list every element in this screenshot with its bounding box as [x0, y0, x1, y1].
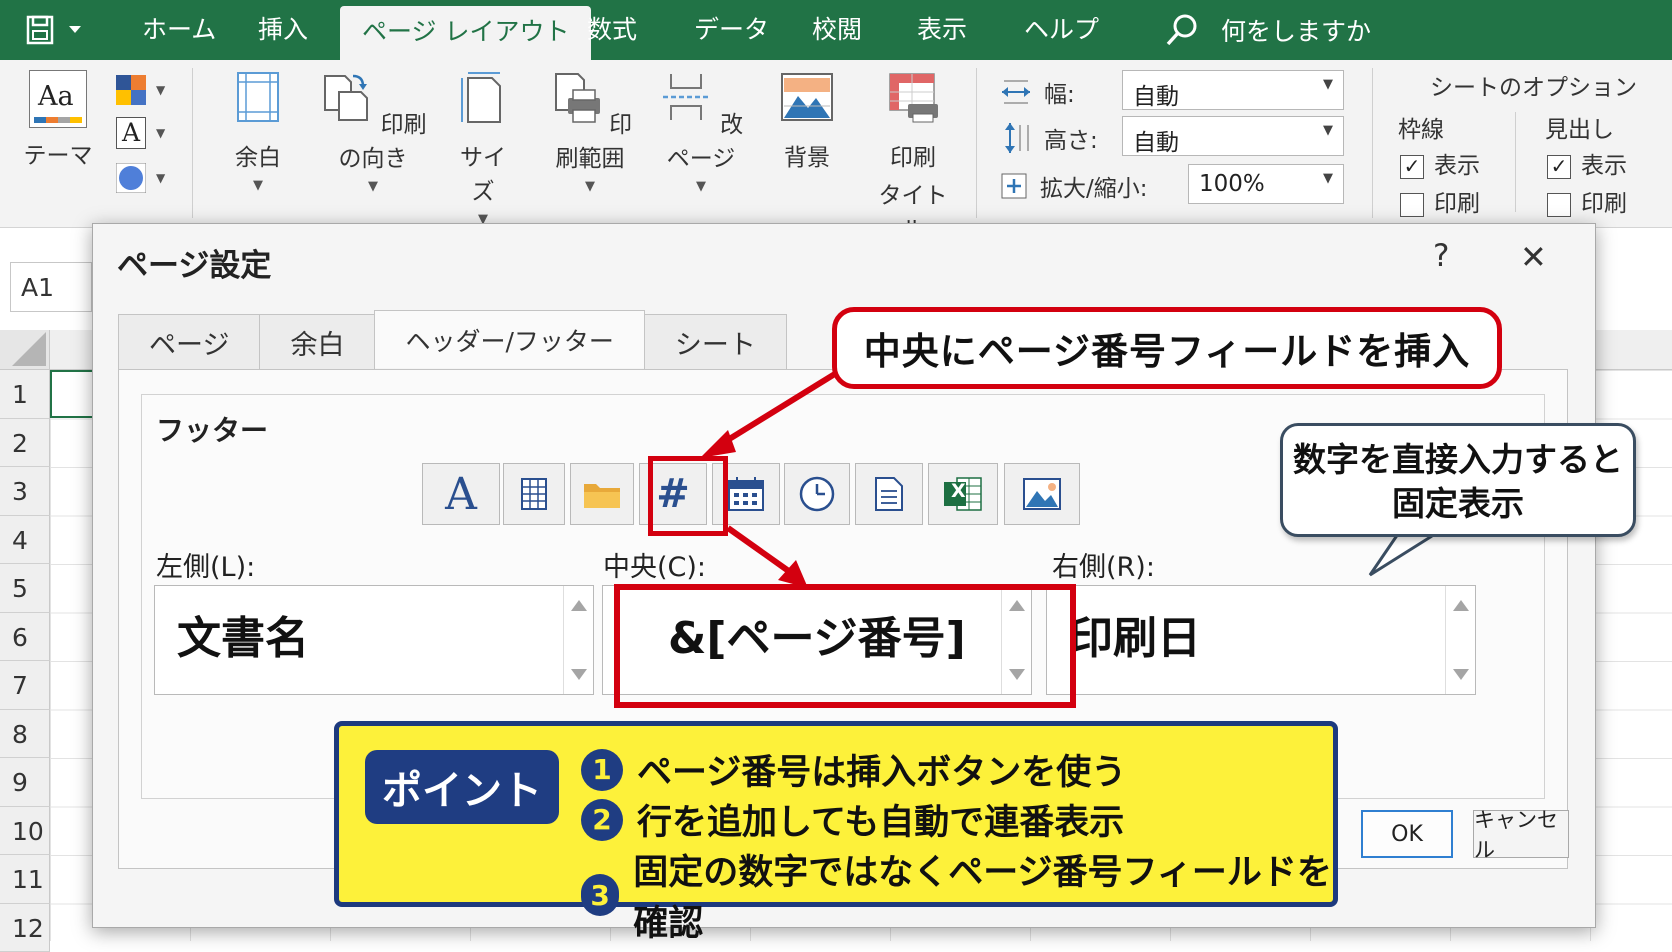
fixed-number-callout: 数字を直接入力すると 固定表示	[1280, 423, 1636, 537]
number-badge: 3	[581, 874, 619, 916]
point-item: 1 ページ番号は挿入ボタンを使う	[581, 744, 1126, 795]
center-field-highlight	[614, 584, 1076, 708]
point-item: 2 行を追加しても自動で連番表示	[581, 794, 1124, 845]
point-item: 3 固定の数字ではなくページ番号フィールドを確認	[581, 844, 1333, 946]
arrow-head-icon	[700, 430, 736, 458]
point-text: 行を追加しても自動で連番表示	[637, 794, 1124, 845]
callout-line-1: 数字を直接入力すると	[1283, 438, 1633, 482]
page-number-button-highlight	[648, 456, 728, 536]
callout-line-2: 固定表示	[1283, 482, 1633, 526]
number-badge: 2	[581, 799, 623, 841]
point-summary-box: ポイント 1 ページ番号は挿入ボタンを使う 2 行を追加しても自動で連番表示 3…	[334, 721, 1338, 907]
point-text: ページ番号は挿入ボタンを使う	[637, 744, 1126, 795]
point-tag: ポイント	[365, 750, 559, 824]
insert-field-callout: 中央にページ番号フィールドを挿入	[832, 307, 1502, 389]
speech-bubble-tail	[1370, 531, 1432, 575]
number-badge: 1	[581, 749, 623, 791]
point-text: 固定の数字ではなくページ番号フィールドを確認	[633, 844, 1333, 946]
